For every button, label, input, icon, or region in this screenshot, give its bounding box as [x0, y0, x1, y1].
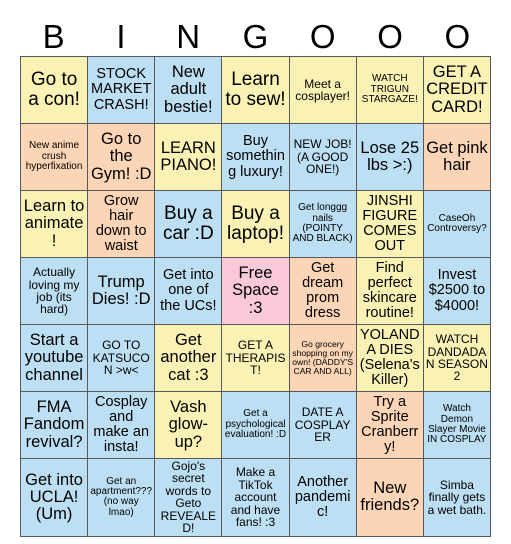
bingo-card: BINGOOO Go to a con! STOCK MARKET CRASH! N… [19, 0, 492, 537]
bingo-cell-2-1[interactable]: Grow hair down to waist [87, 190, 156, 258]
bingo-cell-3-6[interactable]: Invest $2500 to $4000! [422, 257, 492, 325]
bingo-cell-6-2[interactable]: Gojo's secret words to Geto REVEALED! [154, 458, 223, 537]
bingo-cell-3-5[interactable]: Find perfect skincare routine! [355, 257, 424, 325]
bingo-cell-1-5[interactable]: Lose 25 lbs >:) [355, 123, 424, 191]
bingo-row: New anime crush hyperfixation Go to the G… [19, 123, 492, 191]
bingo-cell-6-3[interactable]: Make a TikTok account and have fans! :3 [221, 458, 290, 537]
bingo-row: Get into UCLA! (Um) Get an apartment??? (… [19, 458, 492, 537]
bingo-row: Learn to animate! Grow hair down to waist… [19, 190, 492, 258]
bingo-cell-2-5[interactable]: JINSHI FIGURE COMES OUT [355, 190, 424, 258]
bingo-header-letter-0: B [42, 17, 65, 55]
bingo-cell-1-1[interactable]: Go to the Gym! :D [87, 123, 156, 191]
bingo-cell-3-0[interactable]: Actually loving my job (its hard) [19, 257, 89, 325]
bingo-cell-4-0[interactable]: Start a youtube channel [19, 324, 89, 392]
bingo-cell-0-6[interactable]: GET A CREDIT CARD! [422, 56, 492, 124]
bingo-cell-0-3[interactable]: Learn to sew! [221, 56, 290, 124]
bingo-grid: Go to a con! STOCK MARKET CRASH! New adult… [19, 56, 492, 537]
bingo-cell-1-3[interactable]: Buy something luxury! [221, 123, 290, 191]
bingo-cell-0-5[interactable]: WATCH TRIGUN STARGAZE! [355, 56, 424, 124]
bingo-row: Start a youtube channel GO TO KATSUCON >w… [19, 324, 492, 392]
bingo-cell-1-0[interactable]: New anime crush hyperfixation [19, 123, 89, 191]
bingo-cell-3-1[interactable]: Trump Dies! :D [87, 257, 156, 325]
bingo-cell-4-2[interactable]: Get another cat :3 [154, 324, 223, 392]
bingo-cell-2-4[interactable]: Get longgg nails (POINTY AND BLACK) [288, 190, 357, 258]
bingo-row: Go to a con! STOCK MARKET CRASH! New adult… [19, 56, 492, 124]
bingo-cell-4-3[interactable]: GET A THERAPIST! [221, 324, 290, 392]
bingo-cell-2-2[interactable]: Buy a car :D [154, 190, 223, 258]
bingo-header-letter-6: O [444, 17, 471, 55]
bingo-cell-5-6[interactable]: Watch Demon Slayer Movie IN COSPLAY [422, 391, 492, 459]
bingo-cell-3-2[interactable]: Get into one of the UCs! [154, 257, 223, 325]
bingo-header-letter-2: N [176, 17, 201, 55]
bingo-cell-6-0[interactable]: Get into UCLA! (Um) [19, 458, 89, 537]
bingo-grid-body: Go to a con! STOCK MARKET CRASH! New adult… [19, 56, 492, 537]
bingo-cell-1-4[interactable]: NEW JOB! (A GOOD ONE!) [288, 123, 357, 191]
bingo-cell-0-2[interactable]: New adult bestie! [154, 56, 223, 124]
bingo-cell-3-4[interactable]: Get dream prom dress [288, 257, 357, 325]
bingo-cell-1-2[interactable]: LEARN PIANO! [154, 123, 223, 191]
bingo-cell-5-0[interactable]: FMA Fandom revival? [19, 391, 89, 459]
bingo-cell-4-4[interactable]: Go grocery shopping on my own! (DADDY'S … [288, 324, 357, 392]
bingo-cell-4-6[interactable]: WATCH DANDADAN SEASON 2 [422, 324, 492, 392]
bingo-header-letter-3: G [242, 17, 269, 55]
bingo-cell-2-6[interactable]: CaseOh Controversy? [422, 190, 492, 258]
bingo-header-letter-4: O [309, 17, 336, 55]
bingo-free-space[interactable]: Free Space :3 [221, 257, 290, 325]
bingo-cell-2-0[interactable]: Learn to animate! [19, 190, 89, 258]
bingo-cell-5-4[interactable]: DATE A COSPLAYER [288, 391, 357, 459]
bingo-header-letter-1: I [116, 17, 126, 55]
bingo-cell-5-2[interactable]: Vash glow-up? [154, 391, 223, 459]
bingo-cell-4-5[interactable]: YOLANDA DIES (Selena's Killer) [355, 324, 424, 392]
bingo-header-letter-5: O [377, 17, 403, 55]
bingo-cell-6-1[interactable]: Get an apartment??? (no way lmao) [87, 458, 156, 537]
bingo-cell-5-5[interactable]: Try a Sprite Cranberry! [355, 391, 424, 459]
bingo-cell-1-6[interactable]: Get pink hair [422, 123, 492, 191]
bingo-cell-6-5[interactable]: New friends? [355, 458, 424, 537]
bingo-cell-6-4[interactable]: Another pandemic! [288, 458, 357, 537]
bingo-cell-0-4[interactable]: Meet a cosplayer! [288, 56, 357, 124]
bingo-header-row: BINGOOO [20, 0, 491, 56]
bingo-cell-2-3[interactable]: Buy a laptop! [221, 190, 290, 258]
bingo-cell-6-6[interactable]: Simba finally gets a wet bath. [422, 458, 492, 537]
bingo-cell-5-3[interactable]: Get a psychological evaluation! :D [221, 391, 290, 459]
bingo-cell-4-1[interactable]: GO TO KATSUCON >w< [87, 324, 156, 392]
bingo-row: FMA Fandom revival? Cosplay and make an i… [19, 391, 492, 459]
bingo-row: Actually loving my job (its hard) Trump D… [19, 257, 492, 325]
bingo-cell-0-0[interactable]: Go to a con! [19, 56, 89, 124]
bingo-cell-5-1[interactable]: Cosplay and make an insta! [87, 391, 156, 459]
bingo-cell-0-1[interactable]: STOCK MARKET CRASH! [87, 56, 156, 124]
